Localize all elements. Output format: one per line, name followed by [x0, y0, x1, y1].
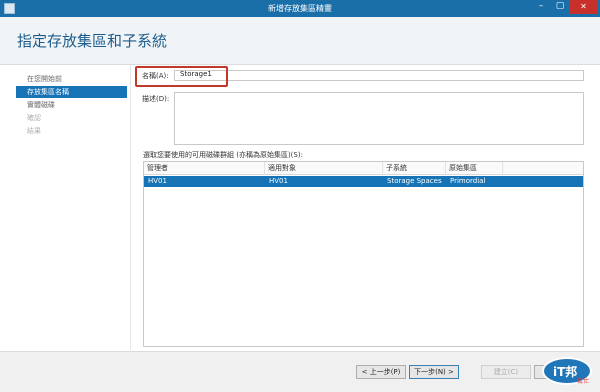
maximize-icon[interactable]: ▢ — [551, 0, 569, 14]
column-header-manager[interactable]: 管理者 — [144, 162, 265, 174]
table-header: 管理者 適用對象 子系統 原始集區 — [144, 162, 583, 175]
page-title: 指定存放集區和子系統 — [17, 32, 168, 50]
column-header-primordial-pool[interactable]: 原始集區 — [446, 162, 503, 174]
window-title: 新增存放集區精靈 — [268, 4, 332, 13]
cell-subsystem: Storage Spaces — [387, 177, 442, 185]
description-label: 描述(D): — [142, 95, 170, 103]
nav-item-pool-name[interactable]: 存放集區名稱 — [16, 86, 127, 98]
description-input[interactable] — [174, 92, 584, 145]
watermark-text: iT邦 — [553, 364, 577, 379]
disk-group-table: 管理者 適用對象 子系統 原始集區 HV01 HV01 Storage Spac… — [143, 161, 584, 347]
name-highlight-box — [135, 66, 228, 87]
disk-group-label: 選取您要使用的可用磁碟群組 (亦稱為原始集區)(S): — [143, 151, 303, 159]
name-input[interactable] — [174, 70, 584, 81]
nav-item-confirmation: 確認 — [27, 114, 41, 122]
wizard-nav: 在您開始前 存放集區名稱 實體磁碟 確認 結果 — [0, 65, 131, 350]
nav-item-physical-disks[interactable]: 實體磁碟 — [16, 99, 137, 111]
column-header-applies-to[interactable]: 適用對象 — [265, 162, 383, 174]
column-header-subsystem[interactable]: 子系統 — [383, 162, 446, 174]
minimize-icon[interactable]: – — [532, 0, 550, 14]
next-button[interactable]: 下一步(N) > — [409, 365, 459, 379]
itbang-watermark-logo: iT邦 幫忙 — [527, 355, 593, 387]
nav-divider — [130, 65, 131, 350]
cell-primordial-pool: Primordial — [450, 177, 486, 185]
watermark-subtext: 幫忙 — [577, 377, 589, 385]
create-button: 建立(C) — [481, 365, 531, 379]
close-icon[interactable]: ✕ — [570, 0, 597, 14]
title-bar: 新增存放集區精靈 – ▢ ✕ — [0, 0, 600, 17]
nav-item-before-you-begin[interactable]: 在您開始前 — [16, 73, 137, 85]
previous-button[interactable]: < 上一步(P) — [356, 365, 406, 379]
table-row[interactable]: HV01 HV01 Storage Spaces Primordial — [144, 176, 583, 187]
cell-applies-to: HV01 — [269, 177, 288, 185]
cell-manager: HV01 — [148, 177, 167, 185]
nav-item-results: 結果 — [27, 127, 41, 135]
